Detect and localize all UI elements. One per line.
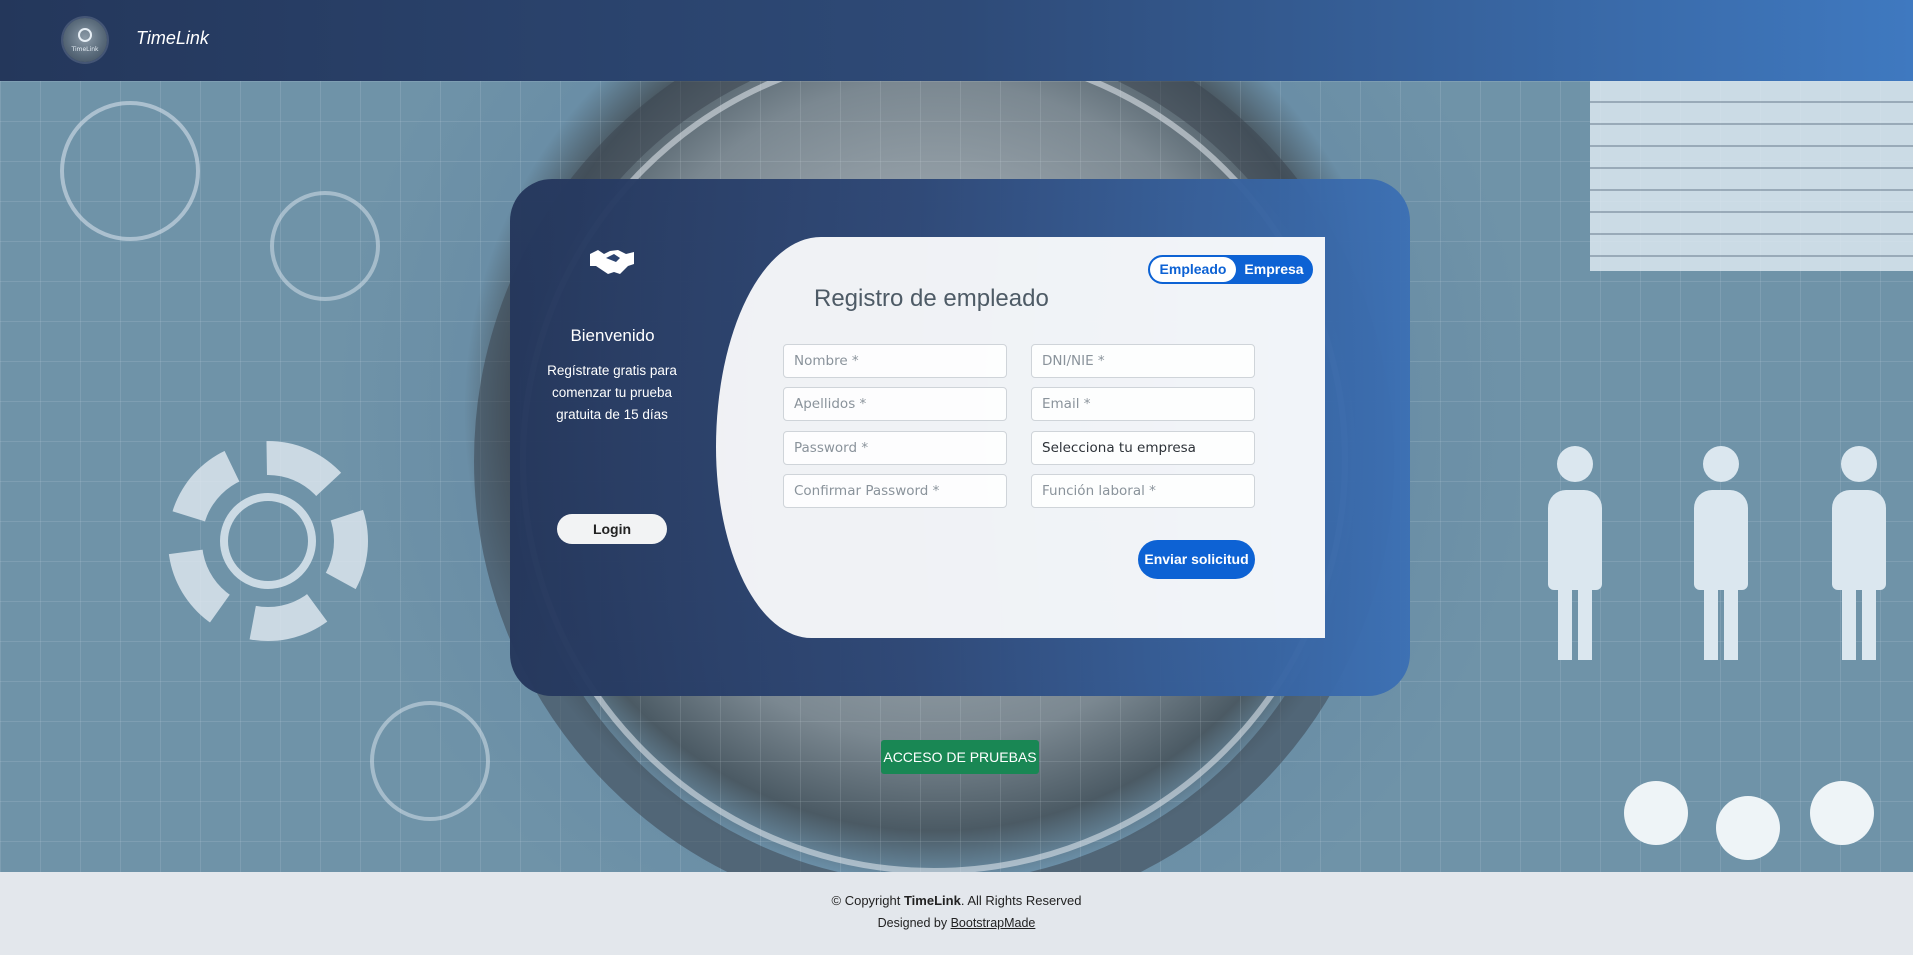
apellidos-input[interactable]: Apellidos * (783, 387, 1007, 421)
gear-hub (220, 493, 316, 589)
copyright-brand: TimeLink (903, 893, 961, 908)
welcome-subtitle: Regístrate gratis para comenzar tu prueb… (547, 363, 677, 422)
timelink-logo[interactable]: TimeLink (63, 18, 107, 62)
welcome-panel: Bienvenido Regístrate gratis para comenz… (510, 179, 715, 696)
designed-prefix: Designed by (877, 916, 951, 930)
acceso-pruebas-button[interactable]: ACCESO DE PRUEBAS (881, 740, 1039, 774)
nombre-input[interactable]: Nombre * (783, 344, 1007, 378)
decor-circle (60, 101, 200, 241)
welcome-heading: Bienvenido (570, 326, 655, 345)
copyright-suffix: . All Rights Reserved (960, 893, 1082, 908)
person-head-icon (1716, 796, 1780, 860)
toggle-empresa[interactable]: Empresa (1236, 257, 1312, 282)
empresa-select[interactable]: Selecciona tu empresa (1031, 431, 1255, 465)
toggle-empleado[interactable]: Empleado (1150, 257, 1236, 282)
role-toggle[interactable]: Empleado Empresa (1148, 255, 1313, 284)
person-icon (1548, 446, 1602, 660)
password-input[interactable]: Password * (783, 431, 1007, 465)
top-navbar: TimeLink TimeLink (0, 0, 1913, 81)
person-head-icon (1810, 781, 1874, 845)
funcion-laboral-input[interactable]: Función laboral * (1031, 474, 1255, 508)
form-title: Registro de empleado (814, 285, 1049, 312)
confirm-password-input[interactable]: Confirmar Password * (783, 474, 1007, 508)
email-input[interactable]: Email * (1031, 387, 1255, 421)
person-icon (1832, 446, 1886, 660)
brand-name[interactable]: TimeLink (136, 28, 209, 49)
enviar-solicitud-button[interactable]: Enviar solicitud (1138, 540, 1255, 579)
logo-text: TimeLink (71, 46, 99, 53)
dni-input[interactable]: DNI/NIE * (1031, 344, 1255, 378)
decor-circle (270, 191, 380, 301)
bootstrapmade-link[interactable]: BootstrapMade (951, 916, 1036, 930)
designed-by-line: Designed by BootstrapMade (0, 916, 1913, 930)
person-head-icon (1624, 781, 1688, 845)
login-button[interactable]: Login (557, 514, 667, 544)
person-icon (1694, 446, 1748, 660)
handshake-icon (590, 250, 634, 274)
copyright-line: © Copyright TimeLink. All Rights Reserve… (0, 893, 1913, 908)
copyright-prefix: © Copyright (831, 893, 904, 908)
decor-circle (370, 701, 490, 821)
footer: © Copyright TimeLink. All Rights Reserve… (0, 872, 1913, 955)
clock-icon (78, 28, 92, 42)
decor-table-image (1590, 81, 1913, 271)
